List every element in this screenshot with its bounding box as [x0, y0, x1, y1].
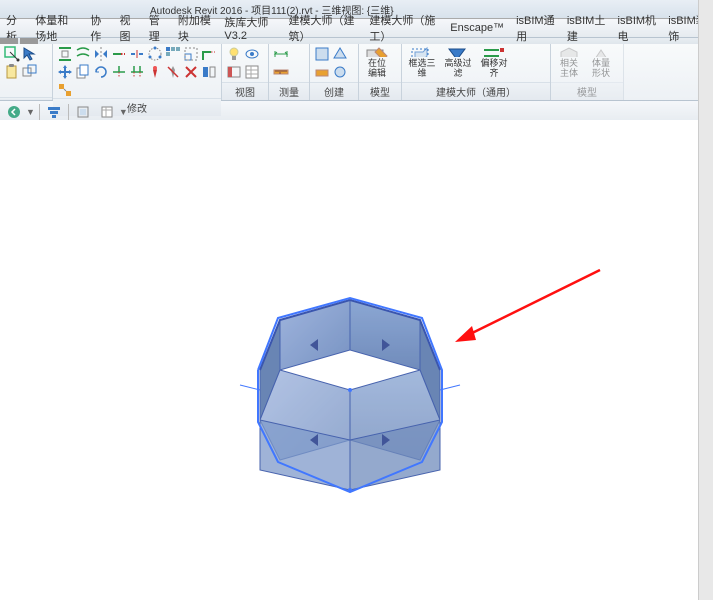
menu-isbim1[interactable]: isBIM通用: [510, 10, 561, 46]
box-select-label: 框选三维: [408, 58, 436, 78]
panel-model-label: 模型: [359, 82, 401, 100]
mass-form-button: 体量形状: [587, 46, 615, 78]
similar-icon[interactable]: [57, 82, 73, 98]
offset-icon[interactable]: [75, 46, 91, 62]
nav-dropdown-icon[interactable]: ▼: [26, 107, 35, 117]
panel-create-label: 创建: [310, 82, 358, 100]
model-geometry: [0, 120, 713, 600]
advanced-filter-button[interactable]: 高级过滤: [444, 46, 472, 78]
menu-collaborate[interactable]: 协作: [84, 10, 113, 46]
create4-icon[interactable]: [332, 64, 348, 80]
array-icon[interactable]: [165, 46, 181, 62]
trim-corner-icon[interactable]: [201, 46, 217, 62]
trim-single-icon[interactable]: [111, 64, 127, 80]
panel-model2-label: 模型: [551, 82, 623, 100]
paste-icon[interactable]: [4, 64, 20, 80]
edit-in-place-button[interactable]: 在位编辑: [363, 46, 391, 78]
hide-icon[interactable]: [244, 46, 260, 62]
scale-icon[interactable]: [183, 46, 199, 62]
panel-measure-label: 测量: [269, 82, 309, 100]
dimension-icon[interactable]: [273, 46, 289, 62]
menu-isbim3[interactable]: isBIM机电: [612, 10, 663, 46]
menu-view[interactable]: 视图: [113, 10, 142, 46]
menu-manage[interactable]: 管理: [143, 10, 172, 46]
menu-modelcons[interactable]: 建模大师（施工）: [363, 10, 444, 46]
align-icon[interactable]: [57, 46, 73, 62]
properties-button[interactable]: [97, 103, 117, 121]
panel-general-label: 建模大师（通用）: [402, 82, 550, 100]
trim-multi-icon[interactable]: [129, 64, 145, 80]
split-icon[interactable]: [129, 46, 145, 62]
modify-icon[interactable]: [4, 46, 20, 62]
menu-modelarch[interactable]: 建模大师（建筑）: [283, 10, 364, 46]
advanced-filter-label: 高级过滤: [444, 58, 472, 78]
menu-bar: 分析 体量和场地 协作 视图 管理 附加模块 族库大师V3.2 建模大师（建筑）…: [0, 19, 713, 38]
override-icon[interactable]: [226, 64, 242, 80]
menu-addins[interactable]: 附加模块: [172, 10, 218, 46]
ribbon: 修改 视图 测量 创建 在位编辑 模型: [0, 44, 713, 101]
edit-in-place-l2: 编辑: [368, 68, 386, 78]
vertical-scrollbar[interactable]: [698, 0, 713, 600]
menu-isbim2[interactable]: isBIM土建: [561, 10, 612, 46]
props-icon[interactable]: [244, 64, 260, 80]
create1-icon[interactable]: [314, 46, 330, 62]
annotation-arrow-icon: [455, 270, 600, 342]
menu-famlib[interactable]: 族库大师V3.2: [218, 12, 282, 44]
nav-back-button[interactable]: [4, 103, 24, 121]
bulb-icon[interactable]: [226, 46, 242, 62]
related-host-button: 相关主体: [555, 46, 583, 78]
create2-icon[interactable]: [332, 46, 348, 62]
array-polar-icon[interactable]: [147, 46, 163, 62]
thin-lines-button[interactable]: [73, 103, 93, 121]
menu-enscape[interactable]: Enscape™: [444, 20, 510, 36]
move-icon[interactable]: [57, 64, 73, 80]
join-icon[interactable]: [22, 64, 38, 80]
mirror-pick-icon[interactable]: [201, 64, 217, 80]
filter-selection-button[interactable]: [44, 103, 64, 121]
unpin-icon[interactable]: [165, 64, 181, 80]
panel-view-label: 视图: [222, 82, 268, 100]
select-icon[interactable]: [22, 46, 38, 62]
extend-icon[interactable]: [111, 46, 127, 62]
delete-icon[interactable]: [183, 64, 199, 80]
rotate-icon[interactable]: [93, 64, 109, 80]
edit-in-place-l1: 在位: [368, 58, 386, 68]
create3-icon[interactable]: [314, 64, 330, 80]
offset-align-button[interactable]: 偏移对齐: [480, 46, 508, 78]
measure-icon[interactable]: [273, 64, 289, 80]
panel-modify-label-left: [0, 97, 52, 100]
copy-icon[interactable]: [75, 64, 91, 80]
pin-icon[interactable]: [147, 64, 163, 80]
box-select-3d-button[interactable]: 框选三维: [408, 46, 436, 78]
mirror-axis-icon[interactable]: [93, 46, 109, 62]
3d-viewport[interactable]: [0, 120, 713, 600]
offset-align-label: 偏移对齐: [480, 58, 508, 78]
props-dropdown-icon[interactable]: ▼: [119, 107, 128, 117]
